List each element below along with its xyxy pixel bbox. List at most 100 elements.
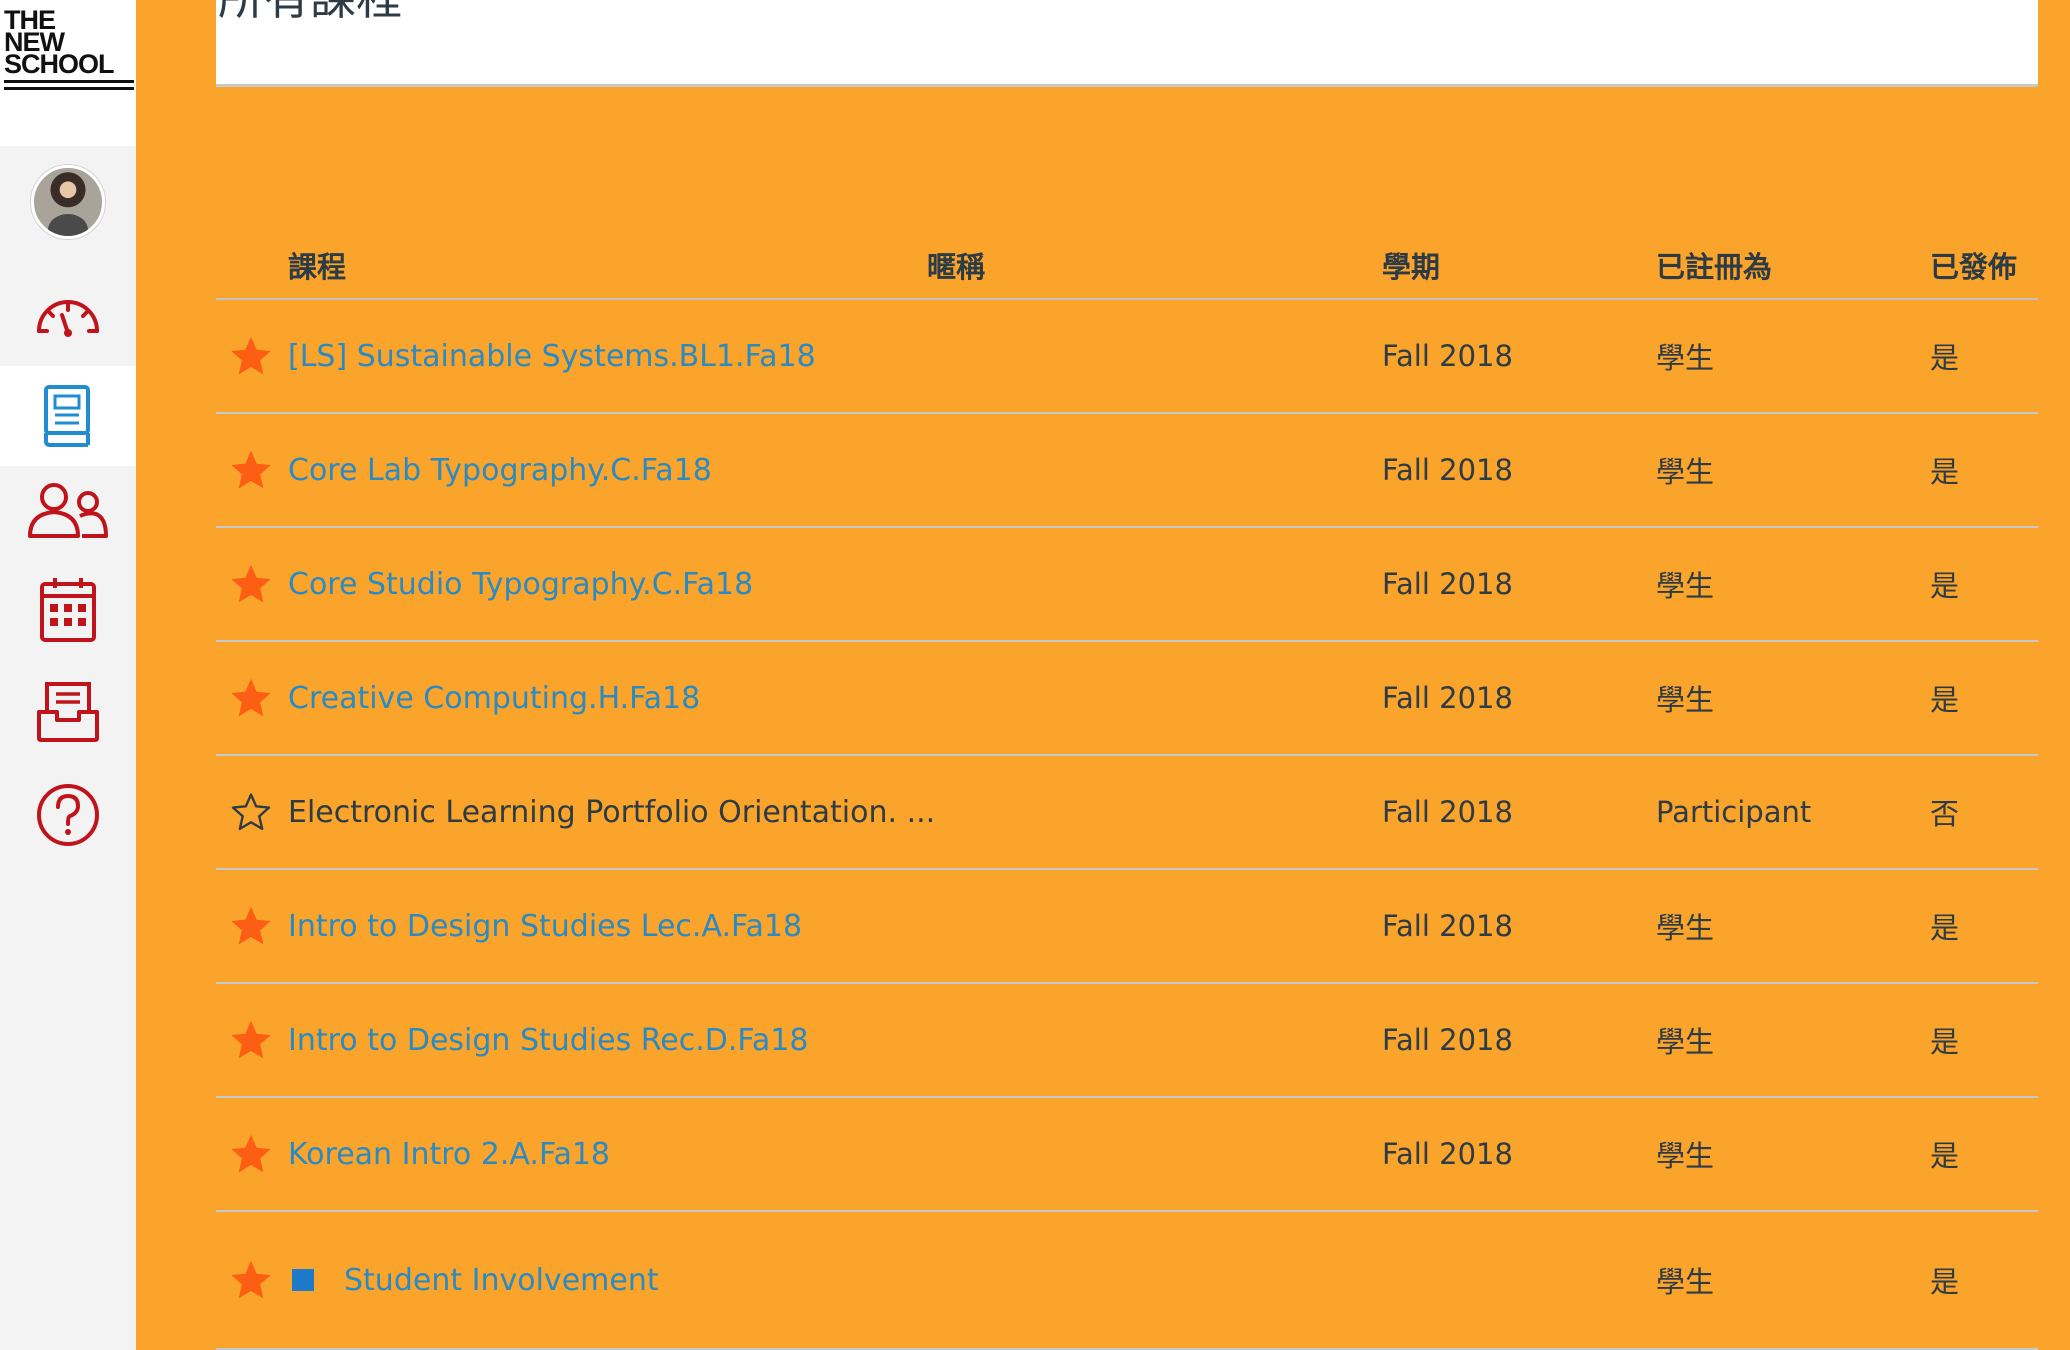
course-term: Fall 2018 xyxy=(1382,567,1513,601)
favorite-toggle[interactable] xyxy=(229,528,273,640)
avatar xyxy=(31,165,105,239)
nav-calendar[interactable] xyxy=(0,568,136,652)
favorite-toggle[interactable] xyxy=(229,756,273,868)
course-name-text: Intro to Design Studies Rec.D.Fa18 xyxy=(288,1022,809,1058)
course-name-text: Creative Computing.H.Fa18 xyxy=(288,680,701,716)
course-name-text: Intro to Design Studies Lec.A.Fa18 xyxy=(288,908,803,944)
star-filled-icon xyxy=(229,1258,273,1302)
column-header-published[interactable]: 已發佈 xyxy=(1930,244,2017,286)
favorite-toggle[interactable] xyxy=(229,984,273,1096)
course-enrolled-as: 學生 xyxy=(1656,569,1715,603)
courses-table: 課程 暱稱 學期 已註冊為 已發佈 [LS] Sustainable Syste… xyxy=(216,228,2038,1350)
course-name-text: Core Studio Typography.C.Fa18 xyxy=(288,566,754,602)
course-term: Fall 2018 xyxy=(1382,1023,1513,1057)
column-header-course[interactable]: 課程 xyxy=(288,244,346,286)
school-logo[interactable]: THE NEW SCHOOL xyxy=(0,0,136,146)
favorite-toggle[interactable] xyxy=(229,870,273,982)
logo-stripes xyxy=(4,80,134,94)
course-enrolled-as: 學生 xyxy=(1656,683,1715,717)
course-name[interactable]: Creative Computing.H.Fa18 xyxy=(288,642,700,754)
course-published: 是 xyxy=(1930,683,1960,717)
course-term: Fall 2018 xyxy=(1382,339,1513,373)
course-name: Electronic Learning Portfolio Orientatio… xyxy=(288,756,935,868)
nav-groups[interactable] xyxy=(0,470,136,550)
course-published: 是 xyxy=(1930,1139,1960,1173)
table-row: Intro to Design Studies Lec.A.Fa18 Fall 2… xyxy=(216,870,2038,984)
course-enrolled-as: 學生 xyxy=(1656,1265,1715,1299)
course-published: 是 xyxy=(1930,341,1960,375)
inbox-icon xyxy=(37,682,99,742)
course-name-text: Student Involvement xyxy=(344,1262,659,1298)
table-row: [LS] Sustainable Systems.BL1.Fa18 Fall 20… xyxy=(216,300,2038,414)
course-enrolled-as: Participant xyxy=(1656,795,1812,829)
star-filled-icon xyxy=(229,1132,273,1176)
star-filled-icon xyxy=(229,1018,273,1062)
course-name-text: Korean Intro 2.A.Fa18 xyxy=(288,1136,611,1172)
course-enrolled-as: 學生 xyxy=(1656,1025,1715,1059)
table-row: Intro to Design Studies Rec.D.Fa18 Fall 2… xyxy=(216,984,2038,1098)
nav-account[interactable] xyxy=(0,160,136,244)
favorite-toggle[interactable] xyxy=(229,642,273,754)
course-enrolled-as: 學生 xyxy=(1656,1139,1715,1173)
table-body: [LS] Sustainable Systems.BL1.Fa18 Fall 20… xyxy=(216,300,2038,1350)
course-term: Fall 2018 xyxy=(1382,795,1513,829)
book-icon xyxy=(44,385,90,447)
table-row: Korean Intro 2.A.Fa18 Fall 2018 學生 是 xyxy=(216,1098,2038,1212)
course-name-text: Core Lab Typography.C.Fa18 xyxy=(288,452,712,488)
course-name[interactable]: Student Involvement xyxy=(288,1212,659,1348)
course-name[interactable]: Intro to Design Studies Rec.D.Fa18 xyxy=(288,984,808,1096)
course-published: 是 xyxy=(1930,911,1960,945)
table-header: 課程 暱稱 學期 已註冊為 已發佈 xyxy=(216,228,2038,300)
course-term: Fall 2018 xyxy=(1382,1137,1513,1171)
course-term: Fall 2018 xyxy=(1382,909,1513,943)
course-enrolled-as: 學生 xyxy=(1656,455,1715,489)
favorite-toggle[interactable] xyxy=(229,1098,273,1210)
course-enrolled-as: 學生 xyxy=(1656,911,1715,945)
question-icon xyxy=(37,784,99,846)
star-filled-icon xyxy=(229,676,273,720)
course-published: 否 xyxy=(1930,797,1960,831)
page-header: 所有課程 xyxy=(216,0,2038,87)
column-header-nickname[interactable]: 暱稱 xyxy=(927,244,985,286)
column-header-enrolled-as[interactable]: 已註冊為 xyxy=(1656,244,1772,286)
course-name[interactable]: Intro to Design Studies Lec.A.Fa18 xyxy=(288,870,802,982)
favorite-toggle[interactable] xyxy=(229,414,273,526)
global-navigation: THE NEW SCHOOL xyxy=(0,0,136,1350)
nav-dashboard[interactable] xyxy=(0,270,136,360)
course-name[interactable]: Korean Intro 2.A.Fa18 xyxy=(288,1098,610,1210)
course-name-text: Electronic Learning Portfolio Orientatio… xyxy=(288,794,936,830)
course-published: 是 xyxy=(1930,1265,1960,1299)
table-row: Core Lab Typography.C.Fa18 Fall 2018 學生 是 xyxy=(216,414,2038,528)
course-name[interactable]: [LS] Sustainable Systems.BL1.Fa18 xyxy=(288,300,816,412)
course-color-swatch xyxy=(292,1269,314,1291)
table-row: Student Involvement 學生 是 xyxy=(216,1212,2038,1350)
favorite-toggle[interactable] xyxy=(229,300,273,412)
course-term: Fall 2018 xyxy=(1382,453,1513,487)
page-title: 所有課程 xyxy=(218,0,402,26)
nav-help[interactable] xyxy=(0,770,136,860)
people-icon xyxy=(28,483,108,538)
table-row: Creative Computing.H.Fa18 Fall 2018 學生 是 xyxy=(216,642,2038,756)
course-published: 是 xyxy=(1930,455,1960,489)
course-name[interactable]: Core Lab Typography.C.Fa18 xyxy=(288,414,712,526)
favorite-toggle[interactable] xyxy=(229,1212,273,1348)
table-row: Core Studio Typography.C.Fa18 Fall 2018 學生… xyxy=(216,528,2038,642)
star-filled-icon xyxy=(229,334,273,378)
star-filled-icon xyxy=(229,904,273,948)
calendar-icon xyxy=(40,578,96,642)
nav-inbox[interactable] xyxy=(0,670,136,754)
course-name-text: [LS] Sustainable Systems.BL1.Fa18 xyxy=(288,338,816,374)
star-filled-icon xyxy=(229,448,273,492)
table-row: Electronic Learning Portfolio Orientatio… xyxy=(216,756,2038,870)
star-outline-icon xyxy=(229,790,273,834)
course-name[interactable]: Core Studio Typography.C.Fa18 xyxy=(288,528,753,640)
course-enrolled-as: 學生 xyxy=(1656,341,1715,375)
column-header-term[interactable]: 學期 xyxy=(1382,244,1440,286)
logo-line-3: SCHOOL xyxy=(4,49,115,79)
course-term: Fall 2018 xyxy=(1382,681,1513,715)
star-filled-icon xyxy=(229,562,273,606)
course-published: 是 xyxy=(1930,1025,1960,1059)
speedometer-icon xyxy=(37,300,99,337)
nav-courses[interactable] xyxy=(0,366,136,466)
course-published: 是 xyxy=(1930,569,1960,603)
